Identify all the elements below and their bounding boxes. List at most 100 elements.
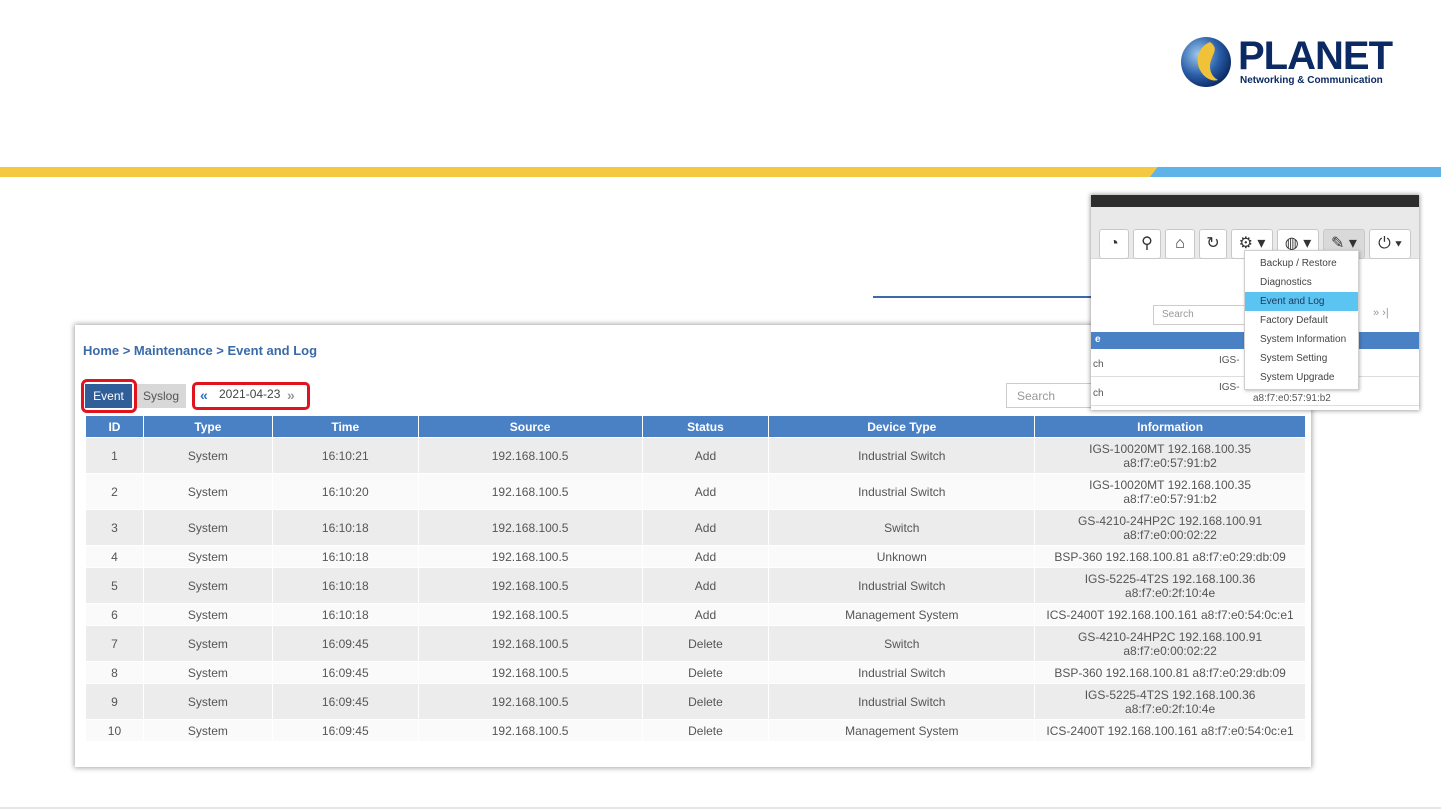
menu-inset-screenshot: ◔ ⚲ ⌂ ↻ ⚙ ▾ ◍ ▾ ✎ ▾ ⏻ ▾ Search » ›| e ch…: [1091, 195, 1419, 410]
info-line-1: GS-4210-24HP2C 192.168.100.91: [1078, 629, 1263, 644]
cell-information: ICS-2400T 192.168.100.161 a8:f7:e0:54:0c…: [1034, 603, 1306, 626]
menu-item-event-and-log[interactable]: Event and Log: [1245, 292, 1358, 311]
header-type[interactable]: Type: [142, 415, 273, 438]
cell-time: 16:10:18: [271, 545, 419, 568]
cell-information: GS-4210-24HP2C 192.168.100.91 a8:f7:e0:00…: [1034, 625, 1306, 662]
cell-source: 192.168.100.5: [417, 625, 643, 662]
menu-item-diagnostics[interactable]: Diagnostics: [1245, 273, 1358, 292]
cell-time: 16:09:45: [271, 719, 419, 742]
date-next-button[interactable]: »: [287, 387, 295, 403]
header-device-type[interactable]: Device Type: [768, 415, 1036, 438]
breadcrumb[interactable]: Home > Maintenance > Event and Log: [83, 343, 317, 358]
date-value[interactable]: 2021-04-23: [219, 387, 280, 401]
cell-information: IGS-5225-4T2S 192.168.100.36 a8:f7:e0:2f:…: [1034, 567, 1306, 604]
cell-time: 16:10:18: [271, 509, 419, 546]
cell-status: Add: [641, 545, 770, 568]
table-row[interactable]: 6 System 16:10:18 192.168.100.5 Add Mana…: [85, 603, 1306, 626]
cell-status: Add: [641, 437, 770, 474]
refresh-icon[interactable]: ↻: [1199, 229, 1227, 259]
cell-status: Add: [641, 603, 770, 626]
cell-time: 16:10:18: [271, 567, 419, 604]
menu-item-system-information[interactable]: System Information: [1245, 330, 1358, 349]
cell-information: IGS-10020MT 192.168.100.35 a8:f7:e0:57:91…: [1034, 437, 1306, 474]
inset-page-nav[interactable]: » ›|: [1373, 307, 1389, 319]
search-input[interactable]: Search: [1006, 383, 1096, 408]
cell-source: 192.168.100.5: [417, 661, 643, 684]
location-icon[interactable]: ⚲: [1133, 229, 1161, 259]
cell-id: 9: [85, 683, 144, 720]
cell-device-type: Unknown: [768, 545, 1036, 568]
cell-device-type: Management System: [768, 603, 1036, 626]
cell-device-type: Industrial Switch: [768, 683, 1036, 720]
menu-item-system-setting[interactable]: System Setting: [1245, 349, 1358, 368]
cell-status: Delete: [641, 661, 770, 684]
cell-time: 16:10:21: [271, 437, 419, 474]
header-time[interactable]: Time: [271, 415, 419, 438]
table-row[interactable]: 3 System 16:10:18 192.168.100.5 Add Swit…: [85, 509, 1306, 546]
power-icon[interactable]: ⏻ ▾: [1369, 229, 1411, 259]
menu-item-system-upgrade[interactable]: System Upgrade: [1245, 368, 1358, 387]
cell-source: 192.168.100.5: [417, 567, 643, 604]
cell-status: Delete: [641, 719, 770, 742]
header-stripe-yellow: [0, 167, 1160, 177]
inset-search-input[interactable]: Search: [1153, 305, 1245, 325]
table-row[interactable]: 10 System 16:09:45 192.168.100.5 Delete …: [85, 719, 1306, 742]
event-tab-highlight: [81, 379, 137, 413]
cell-information: ICS-2400T 192.168.100.161 a8:f7:e0:54:0c…: [1034, 719, 1306, 742]
cell-status: Delete: [641, 683, 770, 720]
cell-source: 192.168.100.5: [417, 603, 643, 626]
cell-id: 7: [85, 625, 144, 662]
cell-status: Add: [641, 567, 770, 604]
tab-syslog[interactable]: Syslog: [136, 384, 186, 408]
cell-time: 16:10:20: [271, 473, 419, 510]
date-prev-button[interactable]: «: [200, 387, 208, 403]
cell-information: GS-4210-24HP2C 192.168.100.91 a8:f7:e0:00…: [1034, 509, 1306, 546]
topology-icon[interactable]: ⌂: [1165, 229, 1195, 259]
cell-id: 1: [85, 437, 144, 474]
cell-type: System: [142, 567, 273, 604]
maintenance-dropdown-menu: Backup / Restore Diagnostics Event and L…: [1244, 250, 1359, 390]
cell-type: System: [142, 545, 273, 568]
info-line-2: a8:f7:e0:57:91:b2: [1123, 491, 1217, 506]
header-id[interactable]: ID: [85, 415, 144, 438]
cell-type: System: [142, 603, 273, 626]
menu-item-factory-default[interactable]: Factory Default: [1245, 311, 1358, 330]
cell-information: BSP-360 192.168.100.81 a8:f7:e0:29:db:09: [1034, 545, 1306, 568]
cell-source: 192.168.100.5: [417, 545, 643, 568]
table-row[interactable]: 8 System 16:09:45 192.168.100.5 Delete I…: [85, 661, 1306, 684]
cell-id: 10: [85, 719, 144, 742]
table-row[interactable]: 4 System 16:10:18 192.168.100.5 Add Unkn…: [85, 545, 1306, 568]
table-row[interactable]: 5 System 16:10:18 192.168.100.5 Add Indu…: [85, 567, 1306, 604]
table-header-row: ID Type Time Source Status Device Type I…: [85, 415, 1306, 438]
cell-source: 192.168.100.5: [417, 683, 643, 720]
table-row[interactable]: 7 System 16:09:45 192.168.100.5 Delete S…: [85, 625, 1306, 662]
cell-id: 5: [85, 567, 144, 604]
inset-top-bar: [1091, 195, 1419, 207]
info-line-1: IGS-5225-4T2S 192.168.100.36: [1084, 571, 1256, 586]
header-status[interactable]: Status: [641, 415, 770, 438]
table-row[interactable]: 1 System 16:10:21 192.168.100.5 Add Indu…: [85, 437, 1306, 474]
info-line-2: a8:f7:e0:00:02:22: [1123, 527, 1217, 542]
info-line-1: GS-4210-24HP2C 192.168.100.91: [1078, 513, 1263, 528]
cell-type: System: [142, 625, 273, 662]
cell-id: 3: [85, 509, 144, 546]
cell-device-type: Industrial Switch: [768, 661, 1036, 684]
table-row[interactable]: 2 System 16:10:20 192.168.100.5 Add Indu…: [85, 473, 1306, 510]
cell-id: 2: [85, 473, 144, 510]
cell-time: 16:10:18: [271, 603, 419, 626]
table-row[interactable]: 9 System 16:09:45 192.168.100.5 Delete I…: [85, 683, 1306, 720]
cell-source: 192.168.100.5: [417, 437, 643, 474]
logo-tagline: Networking & Communication: [1240, 75, 1383, 86]
cell-type: System: [142, 509, 273, 546]
cell-device-type: Industrial Switch: [768, 473, 1036, 510]
header-source[interactable]: Source: [417, 415, 643, 438]
header-information[interactable]: Information: [1034, 415, 1306, 438]
cell-device-type: Switch: [768, 625, 1036, 662]
menu-item-backup-restore[interactable]: Backup / Restore: [1245, 254, 1358, 273]
cell-source: 192.168.100.5: [417, 473, 643, 510]
cell-device-type: Industrial Switch: [768, 437, 1036, 474]
dashboard-icon[interactable]: ◔: [1099, 229, 1129, 259]
cell-type: System: [142, 473, 273, 510]
cell-device-type: Industrial Switch: [768, 567, 1036, 604]
cell-type: System: [142, 661, 273, 684]
